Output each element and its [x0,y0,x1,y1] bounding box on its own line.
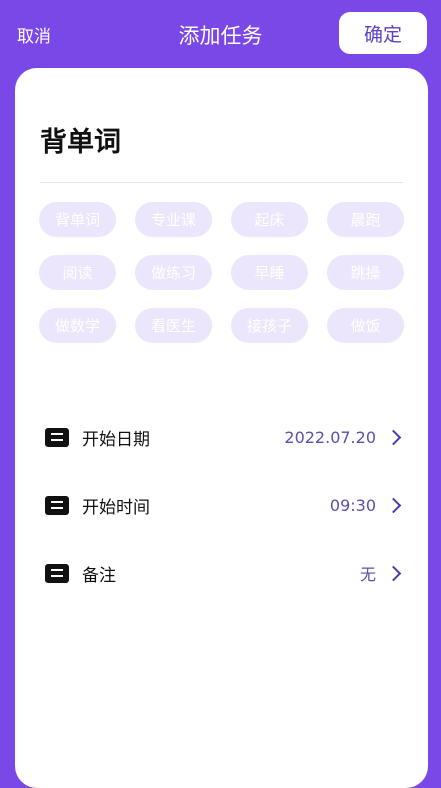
confirm-button[interactable]: 确定 [339,12,427,54]
chevron-right-icon [385,565,402,581]
start-date-value: 2022.07.20 [284,427,376,447]
chip-item[interactable]: 做练习 [135,255,212,290]
chip-item[interactable]: 早睡 [231,255,308,290]
calendar-icon [45,427,69,447]
chip-item[interactable]: 跳操 [327,255,404,290]
note-row[interactable]: 备注 无 [45,558,403,588]
note-value: 无 [359,565,376,584]
chevron-right-icon [385,429,402,445]
row-label: 开始日期 [82,429,150,450]
chip-item[interactable]: 阅读 [39,255,116,290]
start-time-value: 09:30 [329,495,376,515]
chip-item[interactable]: 做饭 [327,308,404,343]
chevron-right-icon [385,497,402,513]
note-icon [45,563,69,583]
start-time-row[interactable]: 开始时间 09:30 [45,490,403,520]
chip-item[interactable]: 做数学 [39,308,116,343]
chip-item[interactable]: 晨跑 [327,202,404,237]
chip-item[interactable]: 起床 [231,202,308,237]
divider [40,182,403,183]
quick-task-chips: 背单词 专业课 起床 晨跑 阅读 做练习 早睡 跳操 做数学 看医生 接孩子 做… [39,202,405,343]
row-label: 开始时间 [82,497,150,518]
chip-item[interactable]: 看医生 [135,308,212,343]
start-date-row[interactable]: 开始日期 2022.07.20 [45,422,403,452]
clock-icon [45,495,69,515]
row-label: 备注 [82,565,116,586]
chip-item[interactable]: 接孩子 [231,308,308,343]
task-form-card: 背单词 背单词 专业课 起床 晨跑 阅读 做练习 早睡 跳操 做数学 看医生 接… [15,68,428,788]
top-bar: 取消 添加任务 确定 [0,0,441,68]
chip-item[interactable]: 背单词 [39,202,116,237]
chip-item[interactable]: 专业课 [135,202,212,237]
task-name-field[interactable]: 背单词 [40,120,121,159]
